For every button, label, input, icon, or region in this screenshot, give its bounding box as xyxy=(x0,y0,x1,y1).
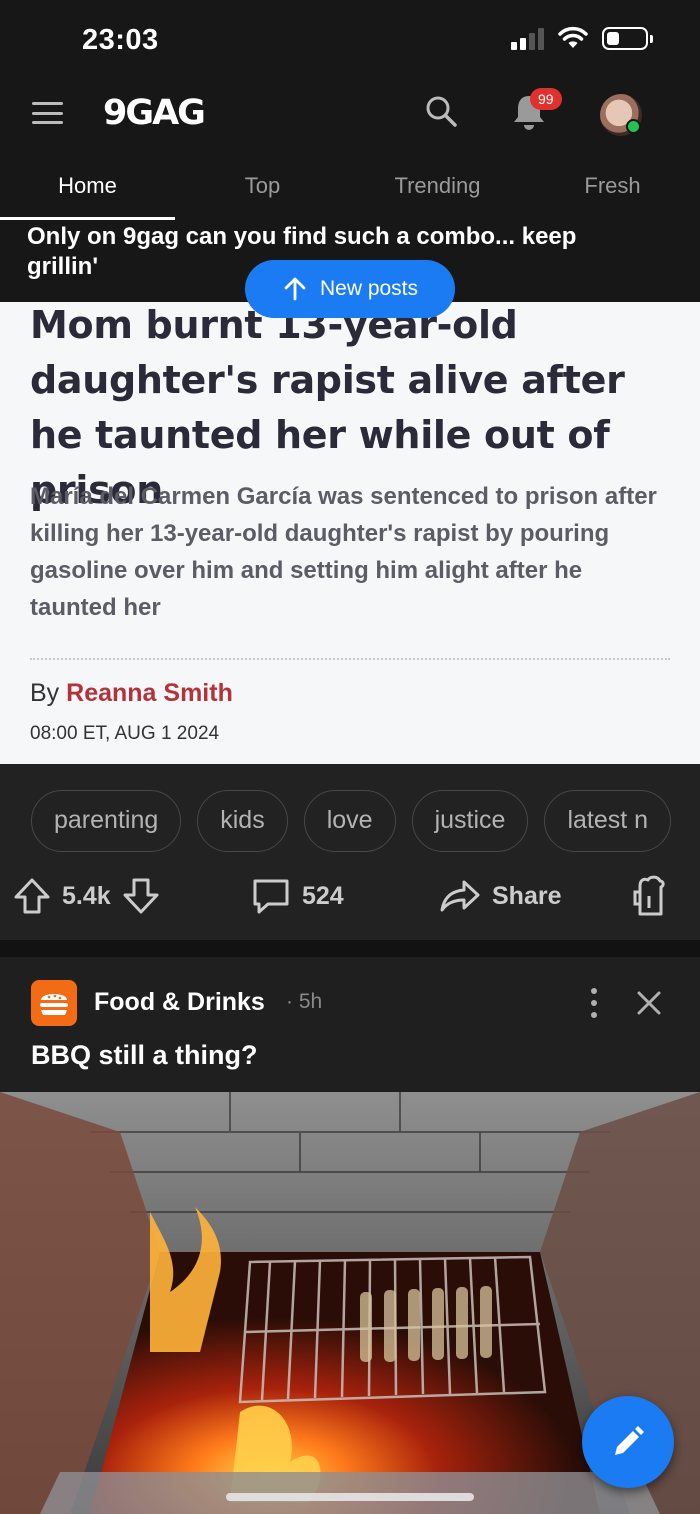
beer-mug-icon[interactable] xyxy=(632,874,672,918)
menu-icon[interactable] xyxy=(32,102,63,124)
upvote-count: 5.4k xyxy=(62,881,111,910)
share-button[interactable]: Share xyxy=(438,870,561,922)
close-icon[interactable] xyxy=(636,990,662,1016)
comment-count: 524 xyxy=(302,881,344,910)
tab-fresh[interactable]: Fresh xyxy=(525,142,700,222)
tab-top[interactable]: Top xyxy=(175,142,350,222)
search-icon[interactable] xyxy=(424,94,460,130)
battery-icon xyxy=(602,26,653,50)
upvote-icon[interactable] xyxy=(12,876,52,916)
tag-chip[interactable]: latest n xyxy=(544,790,672,852)
post-time: · 5h xyxy=(286,990,323,1013)
share-label: Share xyxy=(492,881,562,910)
article-byline: By Reanna Smith xyxy=(30,679,233,708)
burger-icon xyxy=(40,994,68,1015)
signal-icon xyxy=(511,26,544,50)
tab-home[interactable]: Home xyxy=(0,142,175,222)
wifi-icon xyxy=(558,26,588,48)
comment-icon xyxy=(253,879,289,914)
pencil-icon xyxy=(615,1426,644,1455)
post-image-article[interactable]: Mom burnt 13-year-old daughter's rapist … xyxy=(0,302,700,764)
tag-chip[interactable]: love xyxy=(303,790,396,852)
notification-badge: 99 xyxy=(530,88,562,110)
post-separator xyxy=(0,940,700,957)
article-date: 08:00 ET, AUG 1 2024 xyxy=(30,723,220,744)
tag-chip[interactable]: justice xyxy=(411,790,529,852)
article-author: Reanna Smith xyxy=(66,679,233,707)
downvote-icon[interactable] xyxy=(121,876,161,916)
feed-tabs: Home Top Trending Fresh xyxy=(0,142,700,222)
tab-trending[interactable]: Trending xyxy=(350,142,525,222)
status-bar: 23:03 xyxy=(0,0,700,82)
app-logo[interactable]: 9GAG xyxy=(103,93,206,133)
status-time: 23:03 xyxy=(82,24,159,56)
app-header: 9GAG 99 xyxy=(0,82,700,142)
new-posts-label: New posts xyxy=(319,277,419,300)
byline-prefix: By xyxy=(30,679,60,707)
section-name[interactable]: Food & Drinks xyxy=(94,988,265,1017)
post-actions: 5.4k 524 Share xyxy=(0,870,700,922)
post-title[interactable]: BBQ still a thing? xyxy=(31,1040,258,1071)
tag-chip[interactable]: parenting xyxy=(31,790,182,852)
article-divider xyxy=(30,658,670,660)
post-footer: parenting kids love justice latest n 5.4… xyxy=(0,764,700,940)
home-indicator[interactable] xyxy=(226,1493,474,1501)
more-options-icon[interactable] xyxy=(587,988,601,1018)
vote-group: 5.4k xyxy=(12,870,161,922)
online-status-dot xyxy=(626,119,641,134)
comments-button[interactable]: 524 xyxy=(250,870,344,922)
tag-list: parenting kids love justice latest n xyxy=(31,790,672,852)
share-icon xyxy=(440,880,480,912)
new-posts-button[interactable]: New posts xyxy=(245,260,455,318)
status-icons xyxy=(511,26,653,50)
section-icon[interactable] xyxy=(31,980,77,1026)
arrow-up-icon xyxy=(284,277,306,301)
create-post-button[interactable] xyxy=(582,1396,674,1488)
tag-chip[interactable]: kids xyxy=(197,790,288,852)
article-summary: María del Carmen García was sentenced to… xyxy=(30,483,657,621)
